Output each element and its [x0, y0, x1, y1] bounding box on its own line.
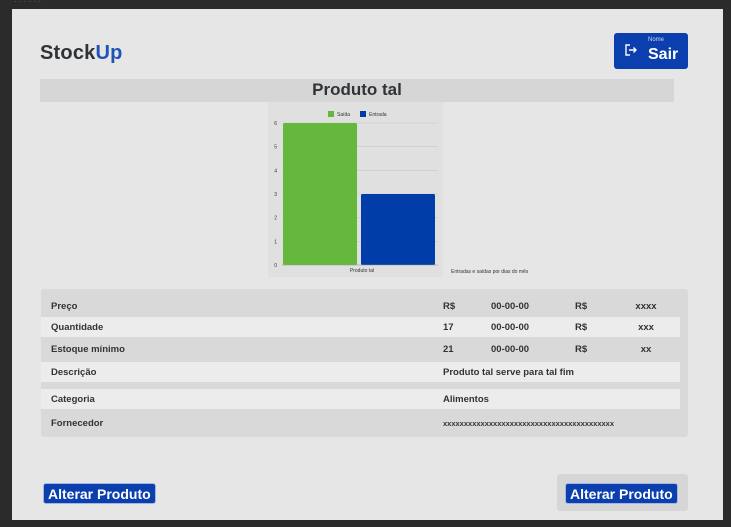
row-currency-2: R$ — [575, 301, 588, 312]
table-row-description: Descrição Produto tal serve para tal fim — [41, 362, 680, 382]
chart-caption: Entradas e saídas por dias do mês — [451, 269, 529, 275]
stock-chart: 0 1 2 3 4 5 6 Produto tal Saída Entrada — [268, 102, 443, 277]
y-tick-label: 4 — [274, 168, 277, 174]
y-tick-label: 2 — [274, 216, 277, 222]
row-quantity-value: 17 — [443, 322, 454, 333]
legend-swatch — [360, 111, 366, 117]
logo-up: Up — [95, 42, 123, 64]
y-tick-label: 5 — [274, 145, 277, 151]
row-label: Categoria — [51, 394, 95, 405]
row-date: 00-00-00 — [491, 344, 530, 355]
bar-saída — [283, 123, 357, 265]
y-tick-label: 6 — [274, 121, 277, 127]
row-value: xxxx — [635, 301, 657, 312]
alter-product-button-right[interactable]: Alterar Produto — [565, 483, 678, 504]
y-tick-label: 0 — [274, 263, 277, 269]
table-row-category: Categoria Alimentos — [41, 389, 680, 409]
row-date: 00-00-00 — [491, 301, 530, 312]
row-currency-2: R$ — [575, 322, 588, 333]
row-currency-2: R$ — [575, 344, 588, 355]
row-date: 00-00-00 — [491, 322, 530, 333]
top-strip: · · · · · · — [0, 0, 731, 9]
logo-stock: Stock — [40, 42, 96, 64]
product-title-bar: Produto tal — [40, 79, 674, 102]
row-value: xx — [640, 344, 652, 355]
row-category-text: Alimentos — [443, 394, 489, 405]
row-label: Descrição — [51, 367, 97, 378]
legend-label: Saída — [337, 112, 350, 118]
app-frame: StockUp Nome Sair Produto tal 0 1 2 3 4 5 6 Pro… — [12, 9, 723, 520]
alter-product-button-left[interactable]: Alterar Produto — [43, 483, 156, 504]
logout-user-name: Nome — [648, 37, 665, 43]
table-row-min-stock: Estoque mínimo 21 00-00-00 R$ xx — [41, 339, 680, 359]
product-title: Produto tal — [312, 80, 402, 99]
logout-label: Sair — [648, 46, 679, 63]
row-value: xxx — [638, 322, 654, 333]
row-label: Preço — [51, 301, 78, 312]
legend-label: Entrada — [369, 112, 387, 118]
row-supplier-text: xxxxxxxxxxxxxxxxxxxxxxxxxxxxxxxxxxxxxxxx… — [443, 419, 615, 428]
logout-button[interactable]: Nome Sair — [614, 33, 688, 69]
bar-entrada — [361, 194, 435, 265]
row-currency: R$ — [443, 301, 456, 312]
chart-svg: 0 1 2 3 4 5 6 Produto tal Saída Entrada — [274, 111, 438, 274]
logout-icon — [625, 44, 637, 56]
row-label: Quantidade — [51, 322, 104, 333]
x-tick-label: Produto tal — [350, 268, 374, 274]
table-row-price: Preço R$ 00-00-00 R$ xxxx — [41, 296, 680, 316]
row-min-stock-value: 21 — [443, 344, 454, 355]
row-label: Estoque mínimo — [51, 344, 125, 355]
legend-swatch — [328, 111, 334, 117]
app-logo: StockUp — [40, 42, 123, 65]
row-description-text: Produto tal serve para tal fim — [443, 367, 574, 378]
product-details-table: Preço R$ 00-00-00 R$ xxxx Quantidade 17 … — [41, 289, 688, 437]
table-row-quantity: Quantidade 17 00-00-00 R$ xxx — [41, 317, 680, 337]
y-tick-label: 1 — [274, 239, 277, 245]
row-label: Fornecedor — [51, 418, 104, 429]
table-row-supplier: Fornecedor xxxxxxxxxxxxxxxxxxxxxxxxxxxxx… — [41, 413, 680, 433]
y-tick-label: 3 — [274, 192, 277, 198]
top-strip-text: · · · · · · — [14, 0, 42, 6]
